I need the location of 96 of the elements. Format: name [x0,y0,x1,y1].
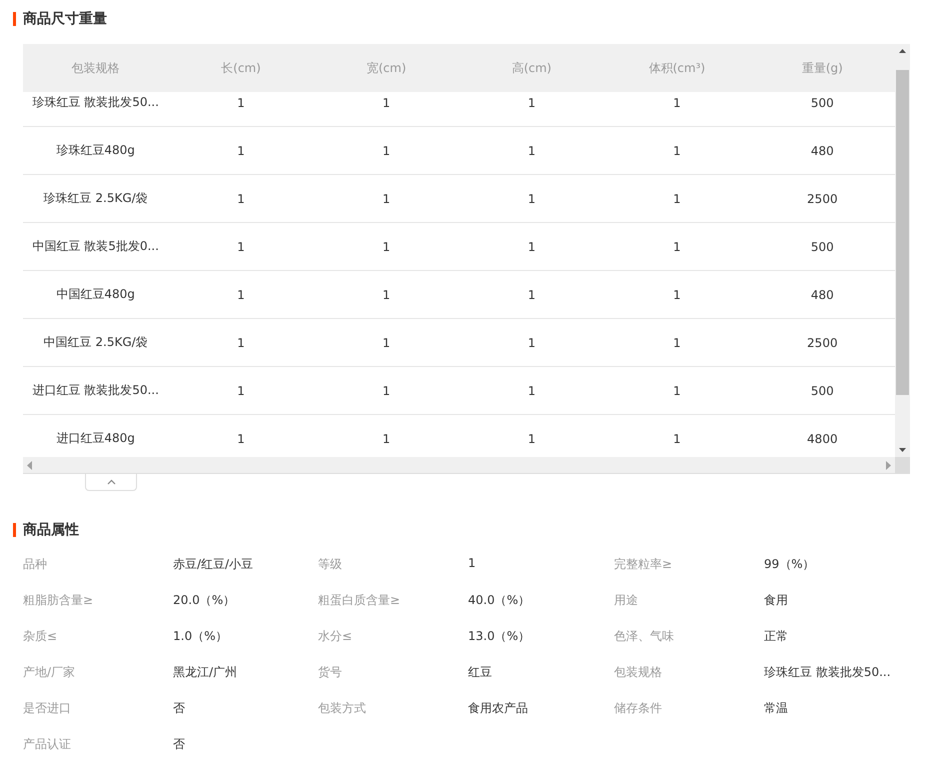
table-cell: 1 [237,432,245,446]
table-cell: 1 [237,240,245,254]
table-cell: 1 [673,240,681,254]
table-cell: 珍珠红豆480g [56,143,135,157]
attribute-value: 否 [173,701,185,715]
attribute-value: 1 [468,556,476,570]
section-title: 商品尺寸重量 [23,10,107,28]
table-cell: 珍珠红豆 散装批发50... [32,95,159,109]
table-cell: 1 [382,432,390,446]
attribute-label: 产品认证 [23,737,71,751]
attribute-label: 粗蛋白质含量≥ [318,593,400,607]
table-cell: 1 [673,144,681,158]
attribute-value: 20.0（%） [173,593,236,607]
table-cell: 1 [528,144,536,158]
table-cell: 1 [237,96,245,110]
table-cell: 1 [528,384,536,398]
table-cell: 1 [237,288,245,302]
table-cell: 1 [673,96,681,110]
attribute-label: 用途 [614,593,638,607]
column-header: 长(cm) [221,60,261,74]
attribute-label: 完整粒率≥ [614,557,672,571]
table-cell: 中国红豆480g [56,287,135,301]
attribute-label: 水分≤ [318,629,352,643]
table-cell: 1 [237,336,245,350]
column-header: 重量(g) [802,60,843,74]
vertical-scrollbar[interactable] [895,44,910,457]
table-cell: 1 [673,336,681,350]
column-header: 体积(cm³) [648,60,706,74]
column-header: 宽(cm) [366,60,406,74]
attribute-label: 粗脂肪含量≥ [23,593,94,607]
attribute-label: 是否进口 [23,701,71,715]
column-header: 包装规格 [72,60,120,74]
table-cell: 进口红豆 散装批发50... [32,383,159,397]
table-cell: 1 [382,240,390,254]
attribute-value: 红豆 [468,665,492,679]
attribute-value: 正常 [764,629,788,643]
table-cell: 1 [528,192,536,206]
table-cell: 1 [528,336,536,350]
scrollbar-thumb[interactable] [896,70,909,395]
table-cell: 1 [237,384,245,398]
table-cell: 4800 [807,432,838,446]
table-cell: 1 [528,432,536,446]
table-cell: 480 [810,288,834,302]
attribute-label: 货号 [318,665,342,679]
table-cell: 中国红豆 散装5批发0... [32,239,159,253]
table-cell: 1 [673,384,681,398]
table-cell: 珍珠红豆 2.5KG/袋 [44,191,148,205]
attribute-label: 产地/厂家 [23,665,76,679]
table-cell: 1 [237,144,245,158]
attribute-value: 1.0（%） [173,629,228,643]
attribute-label: 储存条件 [614,701,662,715]
attribute-value: 食用农产品 [468,701,528,715]
table-cell: 500 [810,240,834,254]
table-cell: 2500 [807,192,838,206]
attribute-value: 13.0（%） [468,629,530,643]
scroll-right-icon[interactable] [885,460,891,470]
attribute-label: 品种 [23,557,47,571]
scroll-left-icon[interactable] [27,460,33,470]
table-cell: 1 [673,192,681,206]
table-cell: 2500 [807,336,838,350]
attribute-value: 40.0（%） [468,593,530,607]
table-cell: 1 [528,96,536,110]
scrollbar-corner [895,457,910,474]
attribute-value: 食用 [764,593,788,607]
section-title: 商品属性 [23,521,79,539]
table-cell: 1 [382,144,390,158]
attribute-value: 99（%） [764,557,815,571]
table-cell: 1 [382,288,390,302]
collapse-button[interactable] [85,474,137,491]
table-cell: 1 [382,96,390,110]
attribute-label: 等级 [318,557,342,571]
attribute-value: 珍珠红豆 散装批发50... [764,665,891,679]
table-cell: 1 [528,288,536,302]
table-cell: 中国红豆 2.5KG/袋 [44,335,148,349]
table-cell: 1 [237,192,245,206]
table-cell: 1 [673,432,681,446]
table-cell: 500 [810,384,834,398]
table-cell: 进口红豆480g [56,431,135,445]
attribute-label: 包装方式 [318,701,366,715]
attribute-value: 黑龙江/广州 [173,665,238,679]
table-cell: 1 [673,288,681,302]
table-cell: 1 [382,336,390,350]
attribute-value: 常温 [764,701,788,715]
attribute-label: 杂质≤ [23,629,58,643]
table-cell: 1 [382,192,390,206]
caret-icon [106,479,116,485]
column-header: 高(cm) [512,60,552,74]
attribute-label: 色泽、气味 [614,629,674,643]
table-cell: 480 [810,144,834,158]
table-cell: 500 [810,96,834,110]
table-cell: 1 [528,240,536,254]
horizontal-scrollbar[interactable] [23,457,895,474]
attribute-value: 否 [173,737,185,751]
attribute-label: 包装规格 [614,665,662,679]
table-cell: 1 [382,384,390,398]
attribute-value: 赤豆/红豆/小豆 [173,557,254,571]
